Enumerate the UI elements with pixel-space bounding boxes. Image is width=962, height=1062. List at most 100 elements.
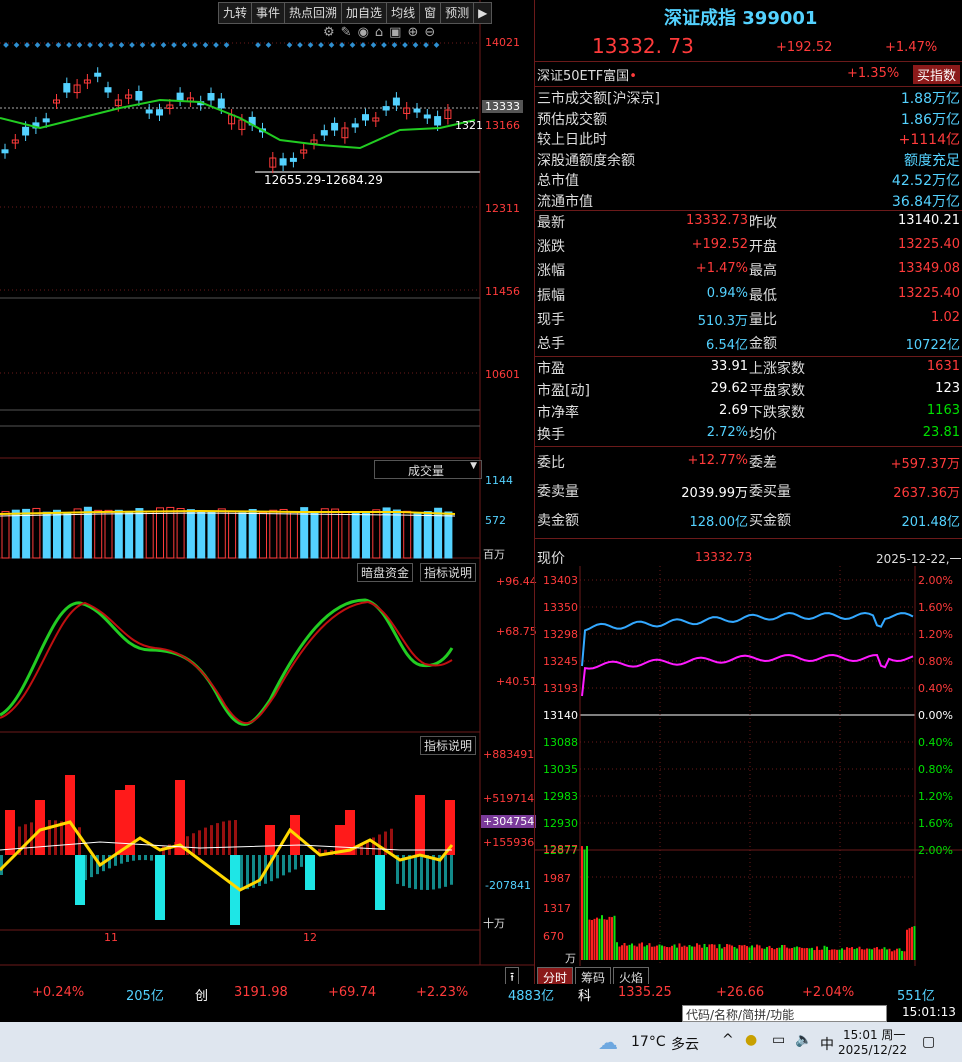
volume-bar [383, 508, 390, 558]
indicator-help-button[interactable]: 指标说明 [420, 563, 476, 582]
quote-value: +1.47% [696, 261, 748, 276]
volume-bar [864, 950, 866, 960]
kline-panel[interactable]: 九转 事件 热点回溯 加自选 均线 窗 预测 ▶ ⚙✎◉⌂▣⊕⊖ 14021 1… [0, 0, 534, 984]
candle [177, 93, 183, 100]
volume-bar [764, 949, 766, 960]
volume-bar [724, 947, 726, 960]
eye-icon[interactable]: ◉ [358, 25, 375, 40]
right-axis-label: 1.20% [918, 790, 953, 803]
volume-bar [2, 512, 9, 558]
indicator-bar-small [66, 823, 69, 855]
volume-bar [789, 948, 791, 960]
volume-bar [696, 943, 698, 960]
volume-bar [719, 944, 721, 960]
volume-bar [751, 945, 753, 960]
quote-value: 510.3万 [698, 310, 748, 329]
left-axis-label: 13193 [543, 682, 578, 695]
volume-bar [676, 948, 678, 960]
summary-row: 较上日此时 +1114亿 [537, 129, 962, 149]
collapse-arrow-icon[interactable]: ▶ [474, 3, 491, 23]
indicator-bar-small [420, 855, 423, 890]
toolbar-hotspot[interactable]: 热点回溯 [285, 3, 342, 23]
volume-bar [626, 946, 628, 960]
candle [23, 127, 29, 135]
candle [383, 107, 389, 110]
marker-diamond [287, 42, 293, 48]
network-icon[interactable]: ▭ [772, 1032, 785, 1048]
volume-bar [321, 509, 328, 558]
weather-temp[interactable]: 17°C [631, 1034, 666, 1050]
etf-row[interactable]: 深证50ETF富国• +1.35% 买指数 [537, 65, 962, 85]
toolbar-add-watch[interactable]: 加自选 [342, 3, 387, 23]
summary-row: 预估成交额 1.86万亿 [537, 109, 962, 129]
right-axis-label: 1.60% [918, 817, 953, 830]
indicator-bar-small [234, 820, 237, 855]
trash-icon[interactable]: ⌂ [375, 25, 389, 40]
volume-bar [414, 513, 421, 558]
indicator-bar-small [426, 855, 429, 890]
volume-bar [721, 948, 723, 960]
toolbar-events[interactable]: 事件 [252, 3, 285, 23]
volume-bar [891, 951, 893, 960]
taskbar-time[interactable]: 15:01 周一 [843, 1026, 905, 1043]
toolbar-jiuzhuan[interactable]: 九转 [219, 3, 252, 23]
volume-bar [629, 945, 631, 960]
volume-bar [54, 510, 61, 558]
ind2-axis-3: +304754 [481, 815, 536, 828]
volume-bar [794, 947, 796, 960]
indicator-bar-small [300, 855, 303, 867]
quote-label: 委差 [749, 452, 777, 472]
candle [393, 98, 399, 105]
ma-line [0, 100, 475, 148]
volume-selector[interactable]: 成交量 ▼ [374, 460, 482, 479]
quote-label: 量比 [749, 309, 777, 329]
quote-value: 2.72% [707, 425, 748, 440]
cloud-icon[interactable]: ☁ [598, 1030, 618, 1054]
quote-label: 市净率 [537, 402, 579, 422]
volume-bar [218, 509, 225, 558]
candle [363, 115, 369, 120]
ime-indicator[interactable]: 中 [820, 1034, 834, 1054]
taskbar-date[interactable]: 2025/12/22 [838, 1043, 907, 1057]
zoom-out-icon[interactable]: ⊖ [424, 25, 441, 40]
weather-cond[interactable]: 多云 [671, 1034, 699, 1054]
search-input[interactable]: 代码/名称/简拼/功能 [682, 1005, 887, 1022]
quote-row: 委卖量 2039.99万 委买量 2637.36万 [537, 481, 962, 510]
dark-pool-button[interactable]: 暗盘资金 [357, 563, 413, 582]
buy-index-button[interactable]: 买指数 [913, 65, 960, 84]
clock: 15:01:13 [902, 1005, 956, 1019]
marker-diamond [77, 42, 83, 48]
settings-icon[interactable]: ⚙ [323, 25, 341, 40]
volume-bar [706, 947, 708, 960]
volume-bar [769, 946, 771, 960]
candle [136, 92, 142, 100]
volume-bar [424, 512, 431, 558]
summary-label: 流通市值 [537, 191, 593, 211]
volume-bar [734, 947, 736, 960]
zoom-in-icon[interactable]: ⊕ [407, 25, 424, 40]
app-tray-icon[interactable]: ● [745, 1032, 757, 1048]
chevron-up-icon[interactable]: ^ [722, 1032, 734, 1048]
toolbar-window[interactable]: 窗 [420, 3, 441, 23]
toolbar-forecast[interactable]: 预测 [441, 3, 474, 23]
indicator-bar-small [132, 855, 135, 861]
status-item: +2.04% [802, 985, 854, 1000]
kline-chart[interactable] [0, 0, 534, 984]
marker-diamond [150, 42, 156, 48]
volume-bar [836, 950, 838, 960]
summary-value: 额度充足 [904, 150, 960, 170]
volume-bar [901, 951, 903, 960]
quote-label: 最高 [749, 260, 777, 280]
volume-icon[interactable]: 🔈 [795, 1032, 812, 1048]
marker-diamond [161, 42, 167, 48]
volume-bar [881, 949, 883, 960]
bag-icon[interactable]: ▣ [389, 25, 407, 40]
quote-label: 下跌家数 [749, 402, 805, 422]
notification-icon[interactable]: ▢ [922, 1034, 935, 1050]
quote-label: 振幅 [537, 285, 565, 305]
pen-icon[interactable]: ✎ [341, 25, 358, 40]
indicator-help-button-2[interactable]: 指标说明 [420, 736, 476, 755]
right-axis-label: 0.80% [918, 655, 953, 668]
intraday-chart[interactable] [535, 566, 962, 966]
toolbar-ma[interactable]: 均线 [387, 3, 420, 23]
